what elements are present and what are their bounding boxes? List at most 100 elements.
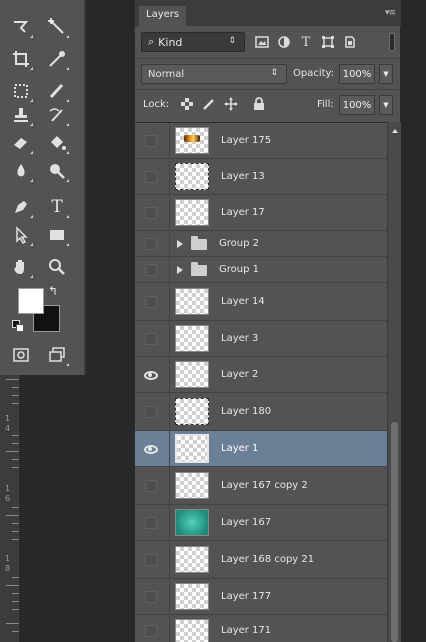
healing-brush-icon[interactable] (8, 78, 34, 104)
smart-object-filter-icon[interactable] (341, 33, 359, 51)
hidden-box-icon (145, 406, 157, 418)
pen-icon[interactable] (8, 194, 34, 220)
zoom-icon[interactable] (44, 254, 70, 280)
eye-icon (144, 444, 158, 454)
updown-arrows-icon: ⇕ (228, 36, 236, 46)
fill-slider-toggle-icon[interactable]: ▼ (379, 95, 393, 115)
hidden-box-icon (145, 333, 157, 345)
magic-wand-icon[interactable] (44, 14, 70, 40)
layer-name: Layer 167 copy 2 (221, 480, 308, 491)
ruler-label: 1 (5, 554, 11, 563)
visibility-toggle[interactable] (141, 402, 161, 422)
layer-row[interactable]: Layer 167 (135, 505, 387, 541)
layer-name: Layer 167 (221, 517, 272, 528)
layer-row[interactable]: Layer 168 copy 21 (135, 541, 387, 579)
image-filter-icon[interactable] (253, 33, 271, 51)
vertical-ruler: 1 4 1 6 1 8 (0, 375, 20, 642)
layer-thumbnail (175, 583, 209, 610)
filter-kind-select[interactable]: ⌕ Kind ⇕ (141, 32, 245, 52)
layer-name: Layer 14 (221, 296, 265, 307)
layer-thumbnail (175, 619, 209, 642)
layer-name: Layer 177 (221, 591, 272, 602)
dodge-icon[interactable] (44, 158, 70, 184)
history-brush-icon[interactable] (44, 102, 70, 128)
workspace-right (400, 0, 426, 642)
brush-icon[interactable] (44, 78, 70, 104)
visibility-toggle[interactable] (141, 365, 161, 385)
ruler-label: 1 (5, 484, 11, 493)
lock-transparent-pixels-icon[interactable] (179, 95, 195, 113)
visibility-toggle[interactable] (141, 439, 161, 459)
layer-thumbnail (175, 325, 209, 352)
layer-row[interactable]: Layer 167 copy 2 (135, 467, 387, 505)
visibility-toggle[interactable] (141, 550, 161, 570)
lasso-icon[interactable] (8, 14, 34, 40)
screen-mode-icon[interactable] (44, 342, 70, 368)
eraser-icon[interactable] (8, 130, 34, 156)
visibility-toggle[interactable] (141, 234, 161, 254)
rectangle-shape-icon[interactable] (44, 222, 70, 248)
layer-name: Layer 3 (221, 333, 259, 344)
layer-row[interactable]: Layer 13 (135, 159, 387, 195)
hand-icon[interactable] (8, 254, 34, 280)
foreground-color-swatch[interactable] (18, 288, 44, 314)
layer-row[interactable]: Layer 175 (135, 123, 387, 159)
lock-image-pixels-icon[interactable] (201, 95, 217, 113)
blur-icon[interactable] (8, 158, 34, 184)
layer-name: Layer 2 (221, 369, 259, 380)
visibility-toggle[interactable] (141, 587, 161, 607)
fill-field[interactable]: 100% (339, 95, 375, 115)
opacity-slider-toggle-icon[interactable]: ▼ (379, 64, 393, 84)
layer-thumbnail (175, 127, 209, 154)
expand-arrow-icon[interactable] (177, 240, 183, 248)
layer-row[interactable]: Layer 2 (135, 357, 387, 393)
lock-position-icon[interactable] (223, 95, 239, 113)
visibility-toggle[interactable] (141, 260, 161, 280)
layer-list-scrollbar[interactable] (387, 122, 401, 642)
scroll-up-arrow-icon[interactable] (392, 129, 398, 133)
type-icon[interactable]: T (44, 194, 70, 220)
visibility-toggle[interactable] (141, 329, 161, 349)
layer-row[interactable]: Layer 177 (135, 579, 387, 615)
quick-mask-icon[interactable] (8, 342, 34, 368)
layer-row[interactable]: Layer 3 (135, 321, 387, 357)
crop-icon[interactable] (8, 46, 34, 72)
canvas-area[interactable] (21, 375, 133, 642)
visibility-toggle[interactable] (141, 621, 161, 641)
visibility-toggle[interactable] (141, 203, 161, 223)
layer-row[interactable]: Layer 171 (135, 615, 387, 642)
filter-toggle-switch[interactable] (389, 33, 395, 51)
type-filter-icon[interactable]: T (297, 33, 315, 51)
path-selection-icon[interactable] (8, 222, 34, 248)
blend-mode-select[interactable]: Normal ⇕ (141, 64, 287, 84)
clone-stamp-icon[interactable] (8, 102, 34, 128)
panel-menu-icon[interactable]: ▾≡ (385, 8, 396, 18)
updown-arrows-icon: ⇕ (270, 68, 278, 78)
adjustment-filter-icon[interactable] (275, 33, 293, 51)
visibility-toggle[interactable] (141, 513, 161, 533)
layer-row[interactable]: Layer 180 (135, 393, 387, 431)
layer-name: Layer 180 (221, 406, 272, 417)
visibility-toggle[interactable] (141, 476, 161, 496)
layer-thumbnail (175, 361, 209, 388)
eye-icon (144, 370, 158, 380)
opacity-field[interactable]: 100% (339, 64, 375, 84)
visibility-toggle[interactable] (141, 131, 161, 151)
expand-arrow-icon[interactable] (177, 266, 183, 274)
group-row[interactable]: Group 1 (135, 257, 387, 283)
group-row[interactable]: Group 2 (135, 231, 387, 257)
layer-row[interactable]: Layer 17 (135, 195, 387, 231)
layer-row[interactable]: Layer 14 (135, 283, 387, 321)
visibility-toggle[interactable] (141, 167, 161, 187)
default-colors-icon[interactable] (12, 320, 24, 332)
shape-filter-icon[interactable] (319, 33, 337, 51)
layer-row-selected[interactable]: Layer 1 (135, 431, 387, 467)
eyedropper-icon[interactable] (44, 46, 70, 72)
tab-layers[interactable]: Layers (139, 6, 187, 26)
paint-bucket-icon[interactable] (44, 130, 70, 156)
scroll-thumb[interactable] (391, 422, 398, 642)
layer-thumbnail (175, 509, 209, 536)
lock-all-icon[interactable] (251, 95, 267, 113)
visibility-toggle[interactable] (141, 292, 161, 312)
swap-colors-icon[interactable]: ↰ (48, 284, 58, 298)
